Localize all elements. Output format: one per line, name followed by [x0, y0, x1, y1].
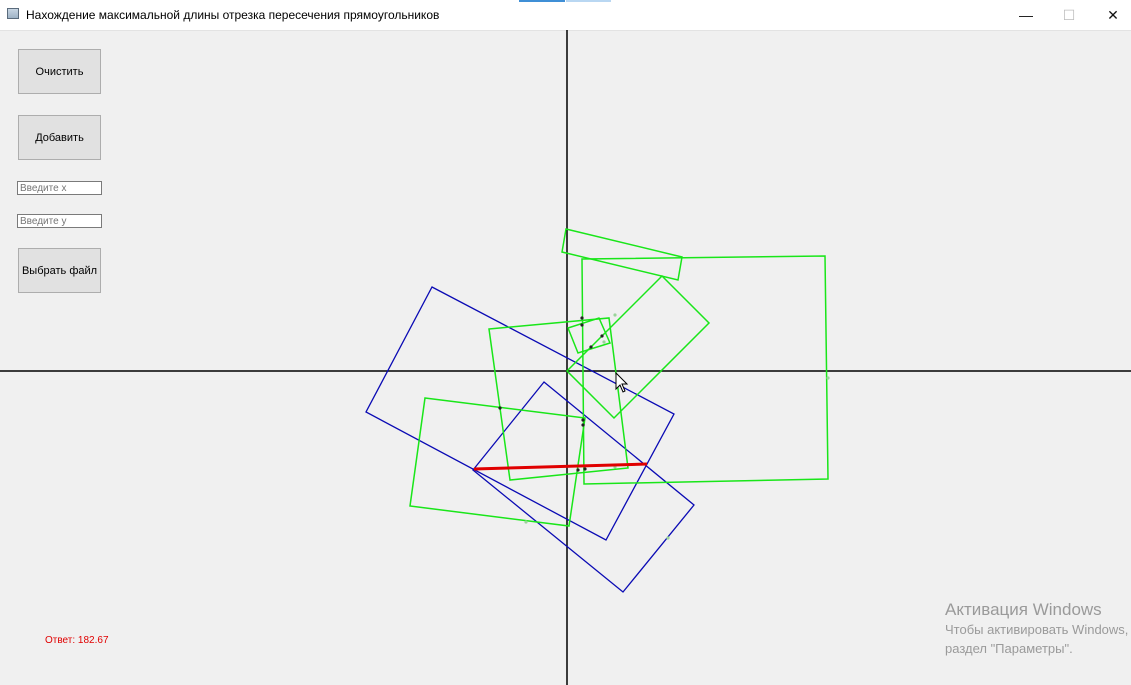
x-input[interactable]: [17, 181, 102, 195]
windows-activation-watermark: Активация Windows Чтобы активировать Win…: [945, 600, 1131, 658]
close-icon[interactable]: ✕: [1090, 0, 1131, 30]
intersection-point: [576, 468, 580, 472]
activation-heading: Активация Windows: [945, 600, 1102, 619]
intersection-point: [581, 423, 585, 427]
intersection-point: [580, 323, 584, 327]
vertex-point: [602, 340, 606, 344]
intersection-point: [589, 345, 593, 349]
green-rectangle: [581, 255, 829, 485]
y-input[interactable]: [17, 214, 102, 228]
activation-line-1: Чтобы активировать Windows, перейдите в: [945, 622, 1131, 637]
vertex-point: [524, 520, 528, 524]
app-window-icon: [7, 8, 19, 19]
green-rectangle: [488, 317, 629, 481]
minimize-icon[interactable]: —: [1003, 0, 1049, 30]
green-rectangle: [567, 317, 612, 354]
blue-rectangle: [365, 286, 675, 541]
intersection-point: [580, 316, 584, 320]
vertex-point: [613, 313, 617, 317]
maximize-icon[interactable]: ☐: [1046, 0, 1092, 30]
intersection-point: [600, 334, 604, 338]
titlebar-accent: [519, 0, 565, 2]
activation-line-2: раздел "Параметры".: [945, 641, 1073, 656]
answer-label: Ответ: 182.67: [45, 635, 109, 646]
intersection-point: [583, 467, 587, 471]
green-rectangle: [409, 397, 586, 527]
title-bar: Нахождение максимальной длины отрезка пе…: [0, 0, 1131, 31]
intersection-point: [581, 418, 585, 422]
green-rectangle: [565, 274, 711, 420]
vertex-point: [666, 536, 670, 540]
vertex-point: [826, 376, 830, 380]
green-rectangle: [561, 228, 683, 281]
add-button[interactable]: Добавить: [18, 115, 101, 160]
drawing-canvas[interactable]: [0, 30, 1131, 685]
choose-file-button[interactable]: Выбрать файл: [18, 248, 101, 293]
window-title: Нахождение максимальной длины отрезка пе…: [26, 8, 440, 22]
titlebar-accent: [566, 0, 611, 2]
clear-button[interactable]: Очистить: [18, 49, 101, 94]
intersection-point: [498, 406, 502, 410]
